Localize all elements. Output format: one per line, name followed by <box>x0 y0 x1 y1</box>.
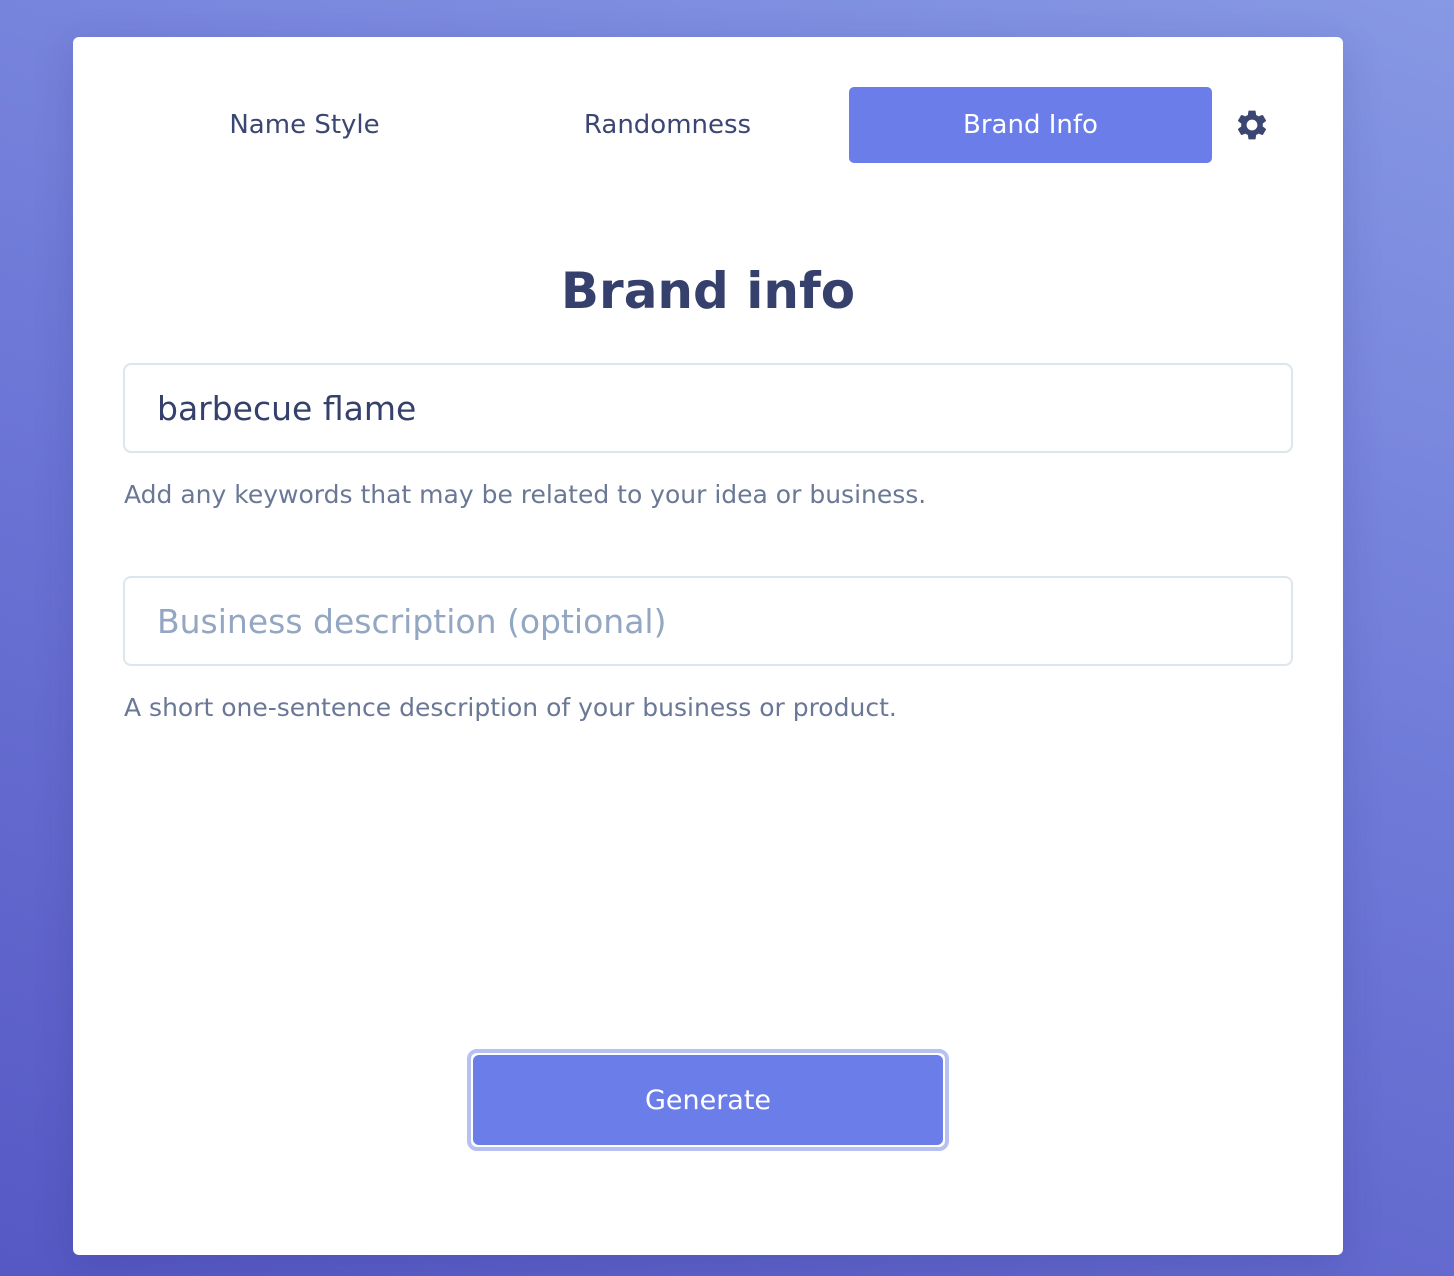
keywords-input[interactable] <box>123 363 1293 453</box>
tab-randomness[interactable]: Randomness <box>486 87 849 163</box>
page-title: Brand info <box>560 262 856 320</box>
brand-info-card: Name Style Randomness Brand Info Brand i… <box>73 37 1343 1255</box>
gear-icon[interactable] <box>1234 107 1270 143</box>
generate-button[interactable]: Generate <box>473 1055 943 1145</box>
tab-name-style[interactable]: Name Style <box>123 87 486 163</box>
keywords-hint: Add any keywords that may be related to … <box>124 480 927 509</box>
tab-bar: Name Style Randomness Brand Info <box>123 87 1212 163</box>
description-hint: A short one-sentence description of your… <box>124 693 897 722</box>
business-description-input[interactable] <box>123 576 1293 666</box>
tab-brand-info[interactable]: Brand Info <box>849 87 1212 163</box>
generate-button-focus-ring: Generate <box>467 1049 949 1151</box>
